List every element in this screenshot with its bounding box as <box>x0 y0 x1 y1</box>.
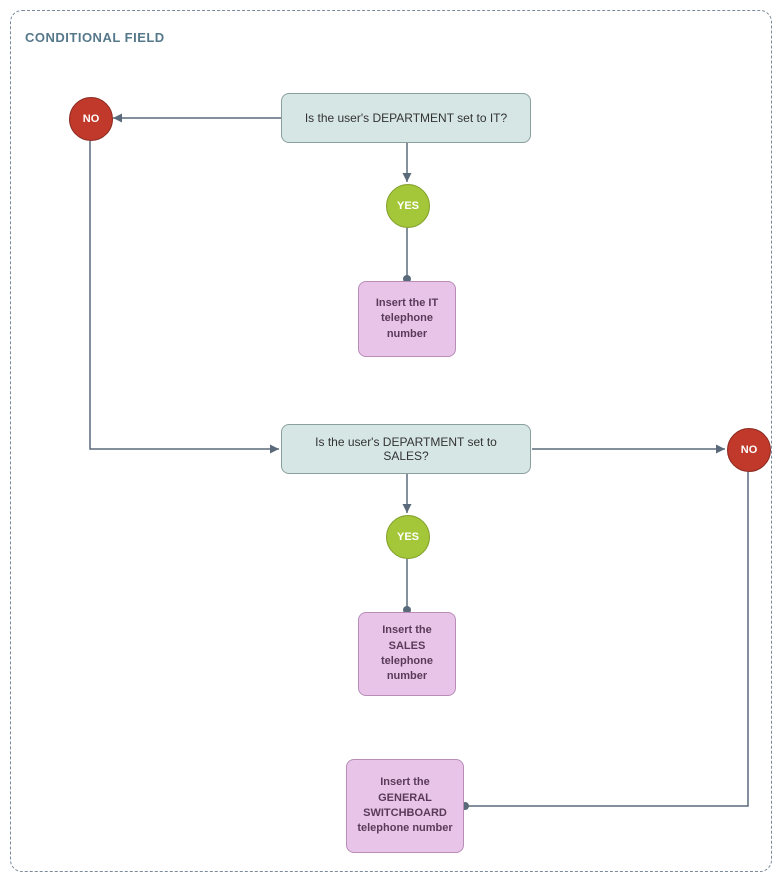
action-text: Insert the GENERAL SWITCHBOARD telephone… <box>355 775 455 837</box>
action-text: Insert the IT telephone number <box>367 296 447 342</box>
no-circle-1: NO <box>69 97 113 141</box>
decision-text: Is the user's DEPARTMENT set to IT? <box>305 111 507 125</box>
no-label: NO <box>83 113 100 125</box>
action-insert-sales: Insert the SALES telephone number <box>358 612 456 696</box>
action-insert-it: Insert the IT telephone number <box>358 281 456 357</box>
no-circle-2: NO <box>727 428 771 472</box>
yes-circle-1: YES <box>386 184 430 228</box>
no-label: NO <box>741 444 758 456</box>
diagram-title: CONDITIONAL FIELD <box>25 30 165 45</box>
yes-label: YES <box>397 531 419 543</box>
diagram-container: CONDITIONAL FIELD Is the user's DEPARTME… <box>0 0 782 882</box>
decision-department-it: Is the user's DEPARTMENT set to IT? <box>281 93 531 143</box>
decision-text: Is the user's DEPARTMENT set to SALES? <box>292 435 520 463</box>
action-insert-general: Insert the GENERAL SWITCHBOARD telephone… <box>346 759 464 853</box>
action-text: Insert the SALES telephone number <box>367 623 447 685</box>
yes-label: YES <box>397 200 419 212</box>
yes-circle-2: YES <box>386 515 430 559</box>
decision-department-sales: Is the user's DEPARTMENT set to SALES? <box>281 424 531 474</box>
